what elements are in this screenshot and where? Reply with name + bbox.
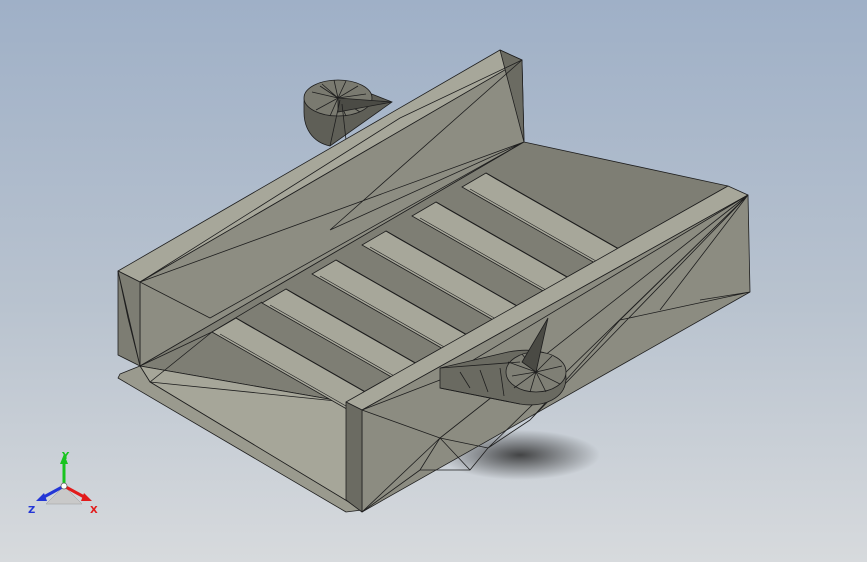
x-arrow-icon [81,493,92,501]
z-arrow-icon [36,493,47,501]
graphics-viewport[interactable]: Y X Z [0,0,867,562]
x-axis-label: X [90,505,98,516]
tray-model[interactable] [0,0,867,562]
z-axis-label: Z [28,505,36,516]
orientation-triad[interactable]: Y X Z [24,446,104,526]
y-axis-label: Y [62,451,70,462]
